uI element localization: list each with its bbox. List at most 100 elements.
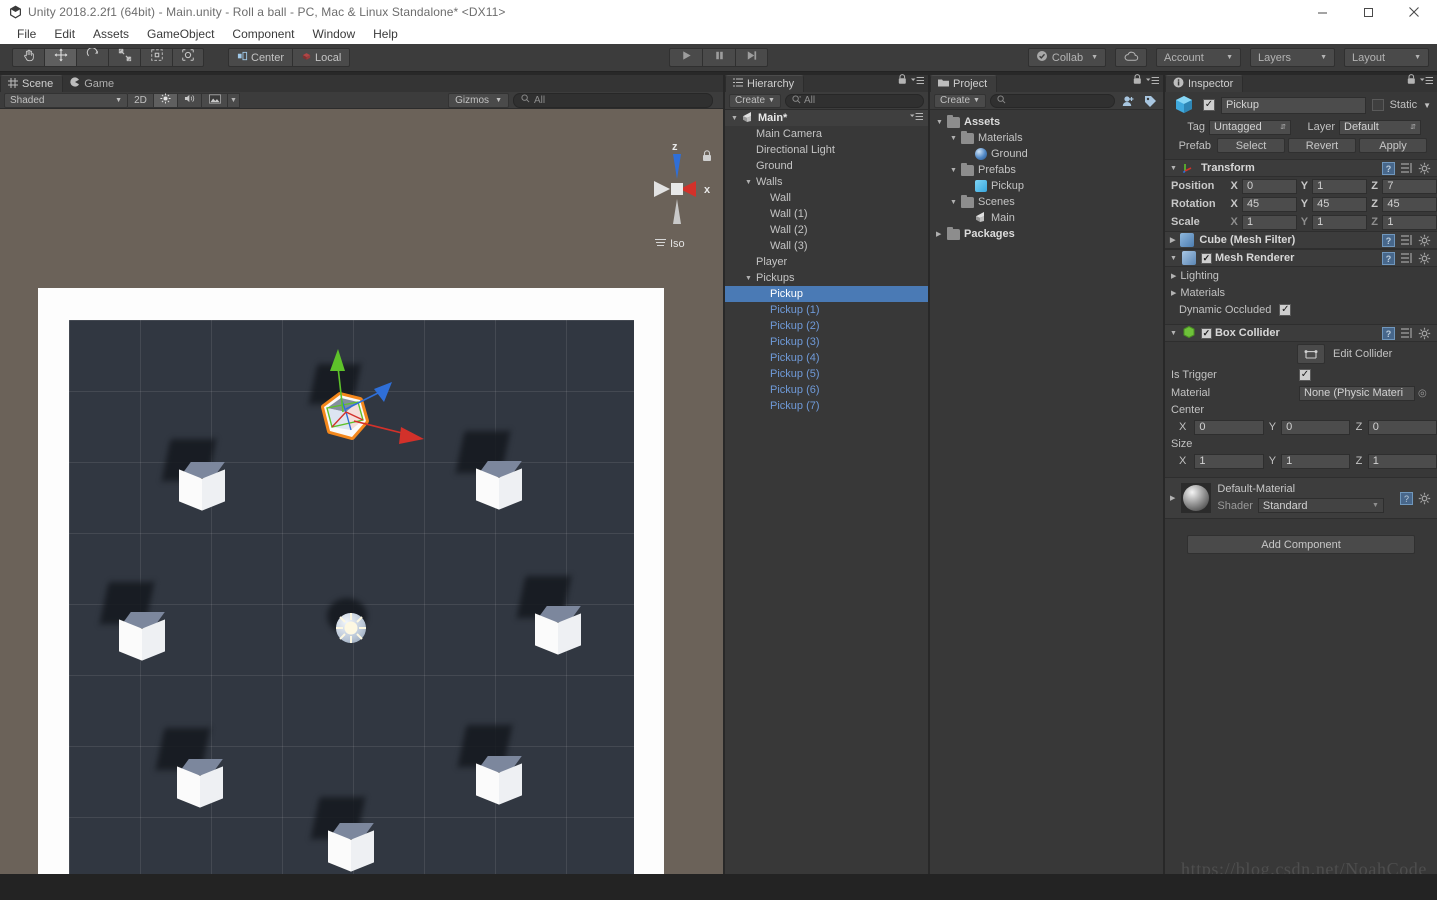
gear-icon[interactable] xyxy=(1418,327,1431,340)
box-collider-enabled-checkbox[interactable]: ✓ xyxy=(1200,327,1212,339)
hierarchy-item-pickup-7[interactable]: ▼Pickup (7) xyxy=(725,398,928,414)
help-icon[interactable]: ? xyxy=(1400,491,1413,505)
tab-inspector[interactable]: Inspector xyxy=(1165,75,1244,92)
transform-component-header[interactable]: ▼ Transform ? xyxy=(1165,159,1437,177)
pickup-cube[interactable] xyxy=(535,606,581,655)
center-z-field[interactable]: 0 xyxy=(1367,419,1437,435)
hierarchy-item-pickup-1[interactable]: ▼Pickup (1) xyxy=(725,302,928,318)
project-search-input[interactable] xyxy=(989,93,1115,108)
hierarchy-scene-root[interactable]: ▼ Main* xyxy=(725,110,928,126)
chevron-down-icon[interactable]: ▼ xyxy=(950,199,961,206)
mesh-renderer-lighting-row[interactable]: ▶ Lighting xyxy=(1165,267,1437,284)
selected-pickup-gizmo[interactable] xyxy=(296,345,436,467)
menu-item-window[interactable]: Window xyxy=(303,24,364,44)
object-name-field[interactable]: Pickup xyxy=(1221,96,1366,114)
transform-position-y-field[interactable]: 1 xyxy=(1312,178,1367,194)
pickup-cube[interactable] xyxy=(476,461,522,510)
prefab-apply-button[interactable]: Apply xyxy=(1359,138,1427,153)
object-enabled-checkbox[interactable]: ✓ xyxy=(1203,99,1215,111)
transform-rotation-z-field[interactable]: 45 xyxy=(1382,196,1437,212)
help-icon[interactable]: ? xyxy=(1382,233,1395,247)
layers-button[interactable]: Layers ▼ xyxy=(1250,48,1335,67)
cloud-button[interactable] xyxy=(1115,48,1147,67)
hierarchy-item-pickup-6[interactable]: ▼Pickup (6) xyxy=(725,382,928,398)
toggle-lighting-button[interactable] xyxy=(154,92,178,108)
chevron-right-icon[interactable]: ▶ xyxy=(1170,236,1175,244)
chevron-right-icon[interactable]: ▶ xyxy=(1171,289,1176,297)
hierarchy-item-pickup-2[interactable]: ▼Pickup (2) xyxy=(725,318,928,334)
pickup-cube[interactable] xyxy=(179,462,225,511)
menu-item-gameobject[interactable]: GameObject xyxy=(138,24,223,44)
chevron-right-icon[interactable]: ▶ xyxy=(1171,272,1176,280)
toggle-audio-button[interactable] xyxy=(178,92,202,108)
layer-dropdown[interactable]: Default ⇵ xyxy=(1339,119,1421,135)
mesh-renderer-enabled-checkbox[interactable]: ✓ xyxy=(1200,252,1212,264)
edit-collider-button[interactable] xyxy=(1297,344,1325,364)
chevron-down-icon[interactable]: ▼ xyxy=(745,275,756,282)
hierarchy-item-walls[interactable]: ▼ Walls xyxy=(725,174,928,190)
lock-icon[interactable] xyxy=(898,72,907,90)
panel-menu-icon[interactable] xyxy=(911,72,924,90)
size-x-field[interactable]: 1 xyxy=(1194,453,1264,469)
chevron-down-icon[interactable]: ▼ xyxy=(745,179,756,186)
project-create-button[interactable]: Create ▼ xyxy=(934,93,986,108)
hierarchy-item-directional-light[interactable]: ▼Directional Light xyxy=(725,142,928,158)
pickup-cube[interactable] xyxy=(177,759,223,808)
project-item-assets[interactable]: ▼ Assets xyxy=(930,114,1163,130)
project-item-main[interactable]: ▼ Main xyxy=(930,210,1163,226)
hierarchy-item-wall[interactable]: ▼Wall xyxy=(725,190,928,206)
chevron-right-icon[interactable]: ▶ xyxy=(936,230,947,238)
hierarchy-item-main-camera[interactable]: ▼Main Camera xyxy=(725,126,928,142)
lock-icon[interactable] xyxy=(702,149,712,167)
preset-icon[interactable] xyxy=(1400,234,1413,247)
hierarchy-item-pickup[interactable]: ▼Pickup xyxy=(725,286,928,302)
tab-project[interactable]: Project xyxy=(930,75,998,92)
center-y-field[interactable]: 0 xyxy=(1281,419,1351,435)
pickup-cube[interactable] xyxy=(476,756,522,805)
pickup-cube[interactable] xyxy=(328,823,374,872)
move-tool-button[interactable] xyxy=(44,48,76,67)
preset-icon[interactable] xyxy=(1400,327,1413,340)
menu-item-file[interactable]: File xyxy=(8,24,45,44)
chevron-down-icon[interactable]: ▼ xyxy=(950,135,961,142)
prefab-revert-button[interactable]: Revert xyxy=(1288,138,1356,153)
project-item-materials[interactable]: ▼ Materials xyxy=(930,130,1163,146)
chevron-down-icon[interactable]: ▼ xyxy=(950,167,961,174)
project-item-pickup[interactable]: ▼ Pickup xyxy=(930,178,1163,194)
rect-tool-button[interactable] xyxy=(140,48,172,67)
help-icon[interactable]: ? xyxy=(1382,326,1395,340)
play-button[interactable] xyxy=(669,48,702,67)
menu-item-assets[interactable]: Assets xyxy=(84,24,138,44)
menu-item-component[interactable]: Component xyxy=(223,24,303,44)
panel-menu-icon[interactable] xyxy=(1146,72,1159,90)
hierarchy-item-wall-3[interactable]: ▼Wall (3) xyxy=(725,238,928,254)
chevron-down-icon[interactable]: ▼ xyxy=(1170,165,1177,172)
hierarchy-search-input[interactable]: All xyxy=(784,93,924,108)
transform-rotation-y-field[interactable]: 45 xyxy=(1312,196,1367,212)
chevron-down-icon[interactable]: ▼ xyxy=(731,115,742,122)
hierarchy-create-button[interactable]: Create ▼ xyxy=(729,93,781,108)
pause-button[interactable] xyxy=(702,48,735,67)
project-item-packages[interactable]: ▶ Packages xyxy=(930,226,1163,242)
scene-viewport[interactable]: z x Iso xyxy=(0,109,723,874)
dynamic-occluded-checkbox[interactable]: ✓ xyxy=(1279,304,1292,316)
combined-transform-tool-button[interactable] xyxy=(172,48,204,67)
layout-button[interactable]: Layout ▼ xyxy=(1344,48,1429,67)
gizmos-dropdown[interactable]: Gizmos ▼ xyxy=(448,92,509,108)
step-button[interactable] xyxy=(735,48,768,67)
menu-item-edit[interactable]: Edit xyxy=(45,24,84,44)
pivot-mode-button[interactable]: Center xyxy=(228,48,293,67)
object-picker-icon[interactable]: ◎ xyxy=(1418,388,1427,399)
transform-scale-z-field[interactable]: 1 xyxy=(1382,214,1437,230)
tab-game[interactable]: Game xyxy=(63,75,123,92)
chevron-right-icon[interactable]: ▶ xyxy=(1170,494,1175,502)
transform-position-z-field[interactable]: 7 xyxy=(1382,178,1437,194)
chevron-down-icon[interactable]: ▼ xyxy=(936,119,947,126)
preset-icon[interactable] xyxy=(1400,252,1413,265)
maximize-button[interactable] xyxy=(1345,0,1391,24)
gear-icon[interactable] xyxy=(1418,234,1431,247)
scene-search-input[interactable]: All xyxy=(513,92,713,108)
toggle-2d-button[interactable]: 2D xyxy=(128,92,154,108)
hierarchy-item-player[interactable]: ▼Player xyxy=(725,254,928,270)
collab-button[interactable]: Collab ▼ xyxy=(1027,48,1106,67)
